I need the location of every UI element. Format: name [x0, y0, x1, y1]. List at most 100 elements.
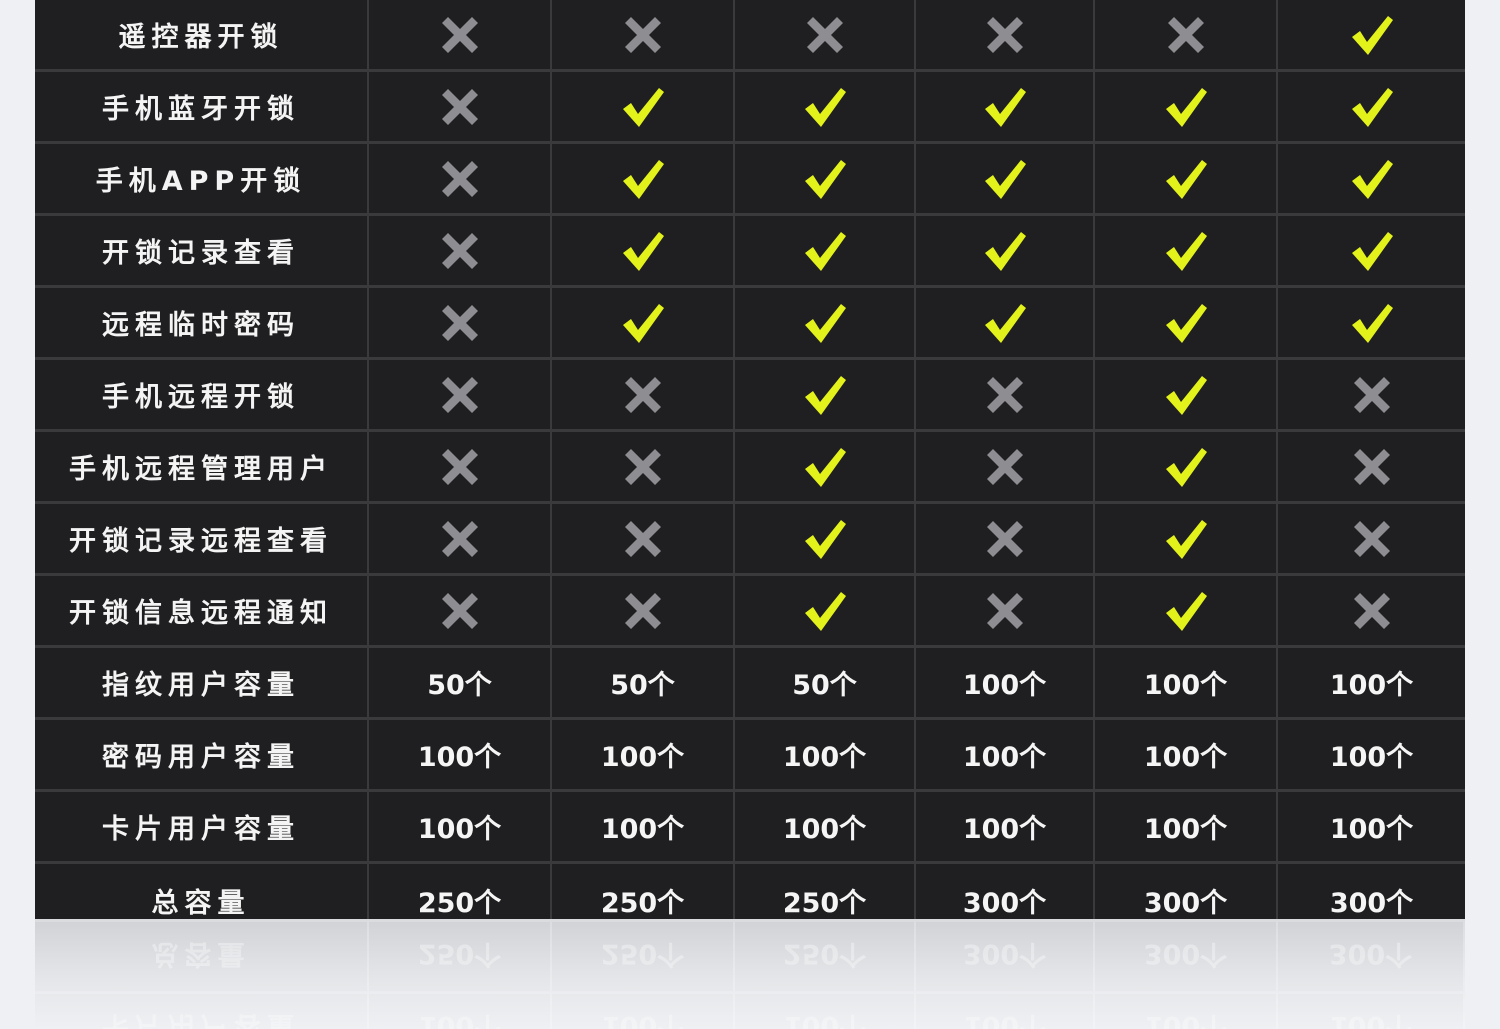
reflection-value: 100个 [1095, 994, 1278, 1029]
value-cell: 100个 [1095, 648, 1278, 717]
cross-icon [369, 72, 552, 141]
table-row: 手机APP开锁 [35, 144, 1465, 216]
row-label: 遥控器开锁 [35, 0, 369, 69]
check-icon [1095, 144, 1278, 213]
value-cell: 100个 [1095, 792, 1278, 861]
table-row: 手机远程开锁 [35, 360, 1465, 432]
reflection-value: 100个 [916, 994, 1095, 1029]
cross-icon [369, 144, 552, 213]
check-icon [735, 432, 916, 501]
check-icon [552, 288, 735, 357]
cross-icon [916, 504, 1095, 573]
table-reflection: 总容量 250个 250个 250个 300个 300个 300个 卡片用户容量 100个 100… [35, 919, 1465, 1029]
row-label: 卡片用户容量 [35, 792, 369, 861]
cross-icon [369, 288, 552, 357]
comparison-table: 遥控器开锁 手机蓝牙开锁 手机APP开锁 开锁记录查看 远程临时密码 手机远程开锁 手机远程… [35, 0, 1465, 936]
check-icon [1095, 576, 1278, 645]
check-icon [1095, 288, 1278, 357]
cross-icon [369, 360, 552, 429]
cross-icon [1278, 504, 1465, 573]
check-icon [1095, 432, 1278, 501]
reflection-value: 100个 [735, 994, 916, 1029]
value-cell: 100个 [1329, 814, 1414, 845]
check-icon [735, 288, 916, 357]
check-icon [1095, 72, 1278, 141]
check-icon [1278, 0, 1465, 69]
value-cell: 50个 [369, 648, 552, 717]
cross-icon [552, 504, 735, 573]
table-row: 卡片用户容量 100个 100个 100个 100个 100个 100个 [35, 792, 1465, 864]
check-icon [916, 216, 1095, 285]
check-icon [552, 216, 735, 285]
table-row: 开锁记录远程查看 [35, 504, 1465, 576]
cross-icon [1095, 0, 1278, 69]
cross-icon [916, 576, 1095, 645]
cross-icon [552, 576, 735, 645]
reflection-value: 100个 [552, 994, 735, 1029]
cross-icon [369, 0, 552, 69]
value-cell: 100个 [916, 792, 1095, 861]
reflection-value: 250个 [552, 922, 735, 991]
table-row: 开锁信息远程通知 [35, 576, 1465, 648]
cross-icon [1278, 432, 1465, 501]
check-icon [552, 72, 735, 141]
reflection-value: 300个 [1278, 922, 1465, 991]
row-label: 远程临时密码 [35, 288, 369, 357]
reflection-row: 总容量 250个 250个 250个 300个 300个 300个 [35, 919, 1465, 991]
cross-icon [369, 504, 552, 573]
row-label: 开锁记录远程查看 [35, 504, 369, 573]
row-label: 手机APP开锁 [35, 144, 369, 213]
value-cell: 100个 [1329, 742, 1414, 773]
value-cell: 100个 [369, 792, 552, 861]
check-icon [735, 144, 916, 213]
cross-icon [369, 432, 552, 501]
reflection-value: 300个 [916, 922, 1095, 991]
value-cell: 100个 [735, 720, 916, 789]
value-cell: 100个 [369, 720, 552, 789]
row-label: 手机蓝牙开锁 [35, 72, 369, 141]
table-row: 手机蓝牙开锁 [35, 72, 1465, 144]
cross-icon [369, 576, 552, 645]
check-icon [916, 72, 1095, 141]
row-label: 手机远程开锁 [35, 360, 369, 429]
row-label: 手机远程管理用户 [35, 432, 369, 501]
cross-icon [552, 360, 735, 429]
value-cell: 100个 [552, 720, 735, 789]
cross-icon [552, 0, 735, 69]
table-row: 遥控器开锁 [35, 0, 1465, 72]
cross-icon [552, 432, 735, 501]
check-icon [916, 144, 1095, 213]
cross-icon [916, 0, 1095, 69]
check-icon [1278, 216, 1465, 285]
check-icon [735, 360, 916, 429]
cross-icon [916, 360, 1095, 429]
check-icon [1095, 216, 1278, 285]
reflection-value: 250个 [735, 922, 916, 991]
row-label: 指纹用户容量 [35, 648, 369, 717]
value-cell: 100个 [552, 792, 735, 861]
reflection-label: 卡片用户容量 [35, 994, 369, 1029]
row-label: 开锁信息远程通知 [35, 576, 369, 645]
reflection-value: 250个 [369, 922, 552, 991]
value-cell: 100个 [916, 648, 1095, 717]
check-icon [735, 504, 916, 573]
table-row: 密码用户容量 100个 100个 100个 100个 100个 100个 [35, 720, 1465, 792]
value-cell: 50个 [552, 648, 735, 717]
value-cell: 100个 [916, 720, 1095, 789]
check-icon [552, 144, 735, 213]
check-icon [1095, 360, 1278, 429]
value-cell: 100个 [1329, 670, 1414, 701]
check-icon [1278, 72, 1465, 141]
table-row: 指纹用户容量 50个 50个 50个 100个 100个 100个 [35, 648, 1465, 720]
cross-icon [735, 0, 916, 69]
cross-icon [1278, 576, 1465, 645]
value-cell: 50个 [735, 648, 916, 717]
reflection-value: 100个 [1278, 994, 1465, 1029]
check-icon [916, 288, 1095, 357]
reflection-row: 卡片用户容量 100个 100个 100个 100个 100个 100个 [35, 991, 1465, 1029]
table-row: 手机远程管理用户 [35, 432, 1465, 504]
reflection-label: 总容量 [35, 922, 369, 991]
check-icon [735, 72, 916, 141]
check-icon [735, 216, 916, 285]
row-label: 开锁记录查看 [35, 216, 369, 285]
